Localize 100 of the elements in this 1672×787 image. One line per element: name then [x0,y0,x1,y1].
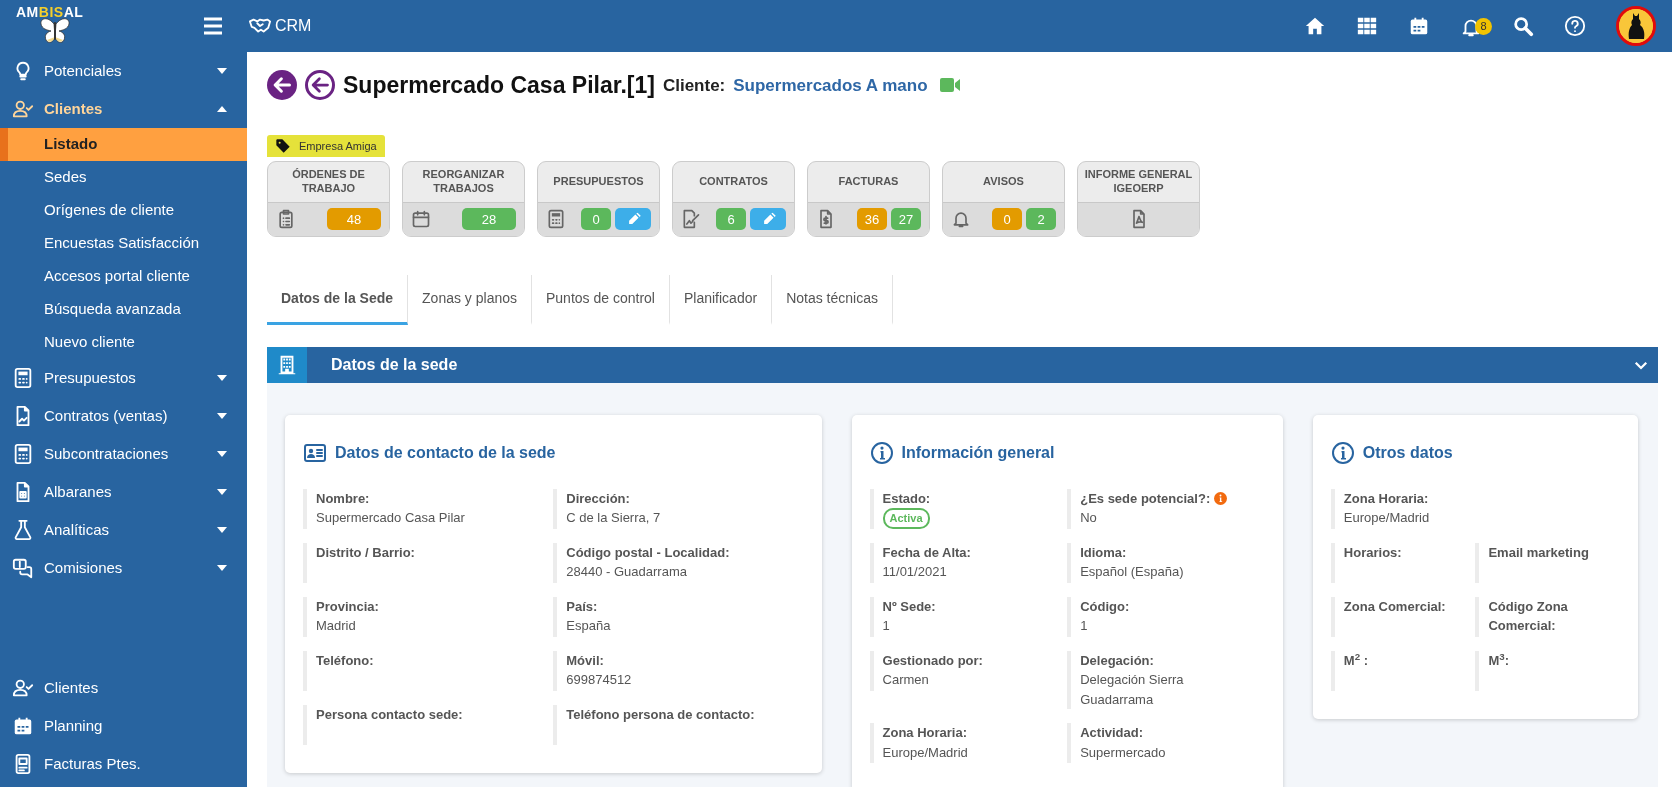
menu-icon[interactable] [201,14,225,38]
info-icon[interactable] [1214,492,1228,505]
field-value: Supermercado [1080,743,1167,762]
field-label: Código Zona Comercial: [1488,597,1569,636]
field-value: C de la Sierra, 7 [566,509,662,528]
field-label: Teléfono: [316,651,374,670]
home-icon[interactable] [1304,15,1326,37]
logo-text: AMBISAL [16,3,84,22]
field-value: 1 [1080,617,1089,636]
calendar-icon [411,209,431,230]
sidebar-subitem[interactable]: Encuestas Satisfacción [0,227,247,260]
notification-count: 8 [1475,18,1492,35]
sidebar-subitem[interactable]: Orígenes de cliente [0,194,247,227]
chat-icon [12,557,34,579]
field-label: Zona Horaria: [1343,489,1429,508]
field-value: 28440 - Guadarrama [566,563,688,582]
field-label: ¿Es sede potencial?: [1080,489,1211,508]
field-label: Horarios: [1343,543,1402,562]
summary-tile[interactable]: REORGANIZAR TRABAJOS 28 [402,160,525,237]
caret-icon [217,68,227,74]
sidebar-item[interactable]: Clientes [0,90,247,128]
tab[interactable]: Notas técnicas [772,274,893,325]
field-value: Europe/Madrid [1343,509,1431,528]
sidebar-shortcut[interactable]: Facturas Ptes. [0,745,247,783]
calendar-icon [12,715,34,737]
sidebar-item[interactable]: Albaranes [0,473,247,511]
sidebar-subitem[interactable]: Búsqueda avanzada [0,293,247,326]
sidebar-item[interactable]: Contratos (ventas) [0,397,247,435]
field-label: Provincia: [316,597,379,616]
field-value: 11/01/2021 [882,563,948,582]
card-title: Información general [901,442,1055,463]
client-label: Cliente: [662,74,726,97]
client-link[interactable]: Supermercados A mano [733,72,928,98]
sidebar-item[interactable]: Subcontrataciones [0,435,247,473]
back-icon[interactable] [305,70,335,101]
field-value: Delegación Sierra Guadarrama [1080,671,1185,709]
page-title: Supermercado Casa Pilar.[1] [343,71,655,100]
sidebar-shortcut[interactable]: Planning [0,707,247,745]
field-label: Idioma: [1080,543,1127,562]
calendar-icon[interactable] [1408,15,1430,37]
sidebar-subitem[interactable]: Sedes [0,161,247,194]
card-title: Datos de contacto de la sede [335,442,556,463]
butterfly-icon [38,16,72,46]
bell-icon [951,209,971,230]
field-value: Español (España) [1080,563,1185,582]
field-label: Zona Comercial: [1343,597,1446,616]
tab[interactable]: Puntos de control [532,274,670,325]
field-label: Distrito / Barrio: [316,543,415,562]
tile-title: FACTURAS [838,174,899,189]
field-label: Nº Sede: [882,597,936,616]
tab[interactable]: Datos de la Sede [267,274,409,325]
field-label: M$^{3}$: [1488,650,1510,670]
flask-icon [12,519,34,541]
sidebar-subitem[interactable]: Nuevo cliente [0,326,247,359]
apps-grid-icon[interactable] [1356,15,1378,37]
calculator-icon [12,443,34,465]
clipboard-icon [276,209,296,230]
field-label: Estado: [882,489,931,508]
field-value: No [1080,509,1098,528]
search-icon[interactable] [1512,15,1534,37]
tile-title: INFORME GENERAL IGEOERP [1083,168,1194,196]
tab[interactable]: Planificador [669,274,773,325]
field-value: Supermercado Casa Pilar [316,509,466,528]
tile-title: AVISOS [983,174,1024,189]
tile-title: REORGANIZAR TRABAJOS [421,168,506,196]
sidebar-shortcut[interactable]: Clientes [0,669,247,707]
summary-tile[interactable]: INFORME GENERAL IGEOERP [1077,160,1200,237]
caret-icon [217,451,227,457]
field-label: Fecha de Alta: [882,543,971,562]
caret-icon [217,106,227,112]
field-label: Email marketing [1488,543,1589,562]
info-icon [869,440,894,465]
field-value: España [566,617,612,636]
tile-title: ÓRDENES DE TRABAJO [291,168,366,196]
panel-title: Datos de la sede [331,354,458,375]
tab[interactable]: Zonas y planos [408,274,532,325]
field-label: Nombre: [316,489,370,508]
sidebar-item[interactable]: Comisiones [0,549,247,587]
sidebar-item[interactable]: Analíticas [0,511,247,549]
field-label: Persona contacto sede: [316,705,463,724]
sidebar-subitem[interactable]: Listado [0,128,247,161]
user-check-icon [12,677,34,699]
field-value: Europe/Madrid [882,743,969,762]
module-link[interactable]: CRM [275,14,312,38]
sidebar-subitem[interactable]: Accesos portal cliente [0,260,247,293]
status-badge: Activa [882,508,930,529]
field-label: Código: [1080,597,1130,616]
back-button[interactable] [267,70,297,101]
tag-text: Empresa Amiga [299,138,377,154]
sidebar-item[interactable]: Potenciales [0,52,247,90]
user-check-icon [12,98,34,120]
summary-tile[interactable]: ÓRDENES DE TRABAJO 48 [267,160,390,237]
field-value: 699874512 [566,671,633,690]
calculator-icon [12,367,34,389]
caret-icon [217,565,227,571]
field-label: Móvil: [566,651,604,670]
help-icon[interactable] [1564,15,1586,37]
avatar-icon[interactable] [1616,6,1656,46]
sidebar-item[interactable]: Presupuestos [0,359,247,397]
tile-title: PRESUPUESTOS [553,174,644,189]
